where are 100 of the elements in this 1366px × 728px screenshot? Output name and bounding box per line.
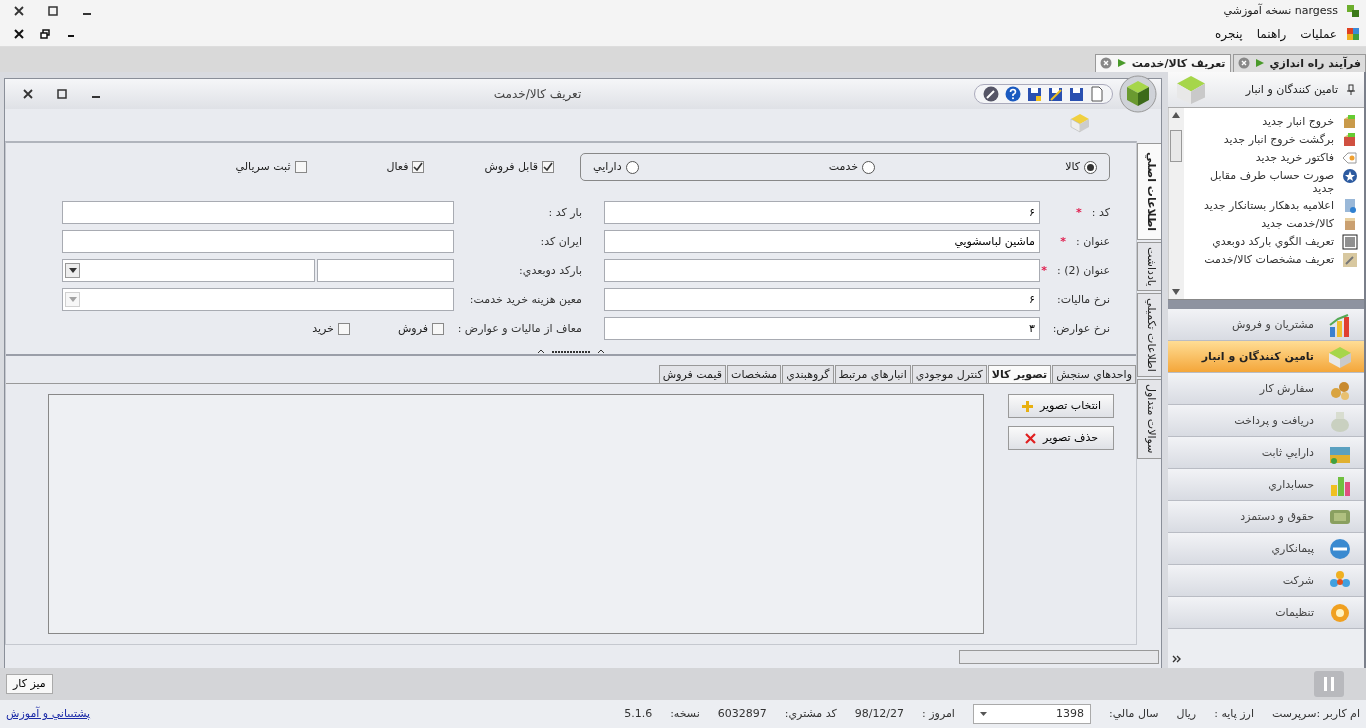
box-icon <box>1342 114 1358 130</box>
sidebar-item[interactable]: تعريف الگوي بارکد دوبعدي <box>1212 234 1334 250</box>
input-field[interactable] <box>62 230 454 253</box>
input-field[interactable] <box>604 259 1040 282</box>
arrow-icon <box>1253 57 1266 70</box>
required-mark: * <box>1060 234 1067 249</box>
sidebar-item[interactable]: کالا/خدمت جديد <box>1261 216 1334 232</box>
module-button[interactable]: شرکت <box>1168 565 1364 597</box>
sidebar-item[interactable]: خروج انبار جديد <box>1262 114 1334 130</box>
sidebar-item[interactable]: فاکتور خريد جديد <box>1255 150 1334 166</box>
tab[interactable]: تصوير کالا <box>987 364 1052 383</box>
scrollbar[interactable] <box>1168 108 1184 299</box>
splitter-grip-icon[interactable] <box>536 348 606 354</box>
checkbox-label: ثبت سريالي <box>235 160 291 174</box>
field-label: ايران کد: <box>540 234 582 249</box>
checkbox[interactable] <box>294 161 307 173</box>
sidebar-item[interactable]: صورت حساب طرف مقابل جديد <box>1189 168 1334 197</box>
chevron-icon[interactable] <box>1172 654 1182 664</box>
status-text: کد مشتري: <box>784 707 837 721</box>
status-text: ام کاربر :سرپرست <box>1271 707 1360 721</box>
checkbox[interactable] <box>542 161 554 173</box>
module-button[interactable]: مشتريان و فروش <box>1168 309 1364 341</box>
sidebar-item[interactable]: تعريف مشخصات کالا/خدمت <box>1204 252 1334 268</box>
dropdown-button[interactable] <box>65 263 80 278</box>
restore-icon[interactable] <box>40 29 50 39</box>
plus-icon <box>1020 399 1034 413</box>
tab[interactable]: قيمت فروش <box>658 364 727 383</box>
field-label: عنوان : <box>1076 234 1110 249</box>
input-field[interactable]: ۶ <box>604 288 1040 311</box>
radio-button[interactable] <box>862 160 875 174</box>
input-field[interactable] <box>62 201 454 224</box>
field-label: معين هزينه خريد خدمت: <box>469 292 582 307</box>
delete-image-button[interactable]: حذف تصوير <box>1008 426 1114 450</box>
module-button[interactable]: دارايي ثابت <box>1168 437 1364 469</box>
cube-icon <box>1176 74 1206 105</box>
input-field[interactable]: ماشين لباسشويي <box>604 230 1040 253</box>
support-link[interactable]: پشتيباني و آموزش <box>6 707 91 721</box>
save-icon[interactable] <box>1069 86 1084 102</box>
dropdown-field[interactable] <box>62 259 315 282</box>
document-tab[interactable]: فرآيند راه اندازي <box>1232 53 1366 72</box>
new-document-icon[interactable] <box>1090 86 1104 102</box>
radio-button[interactable] <box>625 160 639 174</box>
radio-button[interactable] <box>1084 160 1097 174</box>
input-field[interactable] <box>317 259 454 282</box>
menu-item[interactable]: عمليات <box>1295 24 1342 44</box>
checkbox[interactable] <box>337 322 350 335</box>
side-tab[interactable]: سوالات متداول <box>1137 379 1161 459</box>
close-icon[interactable] <box>14 29 24 39</box>
side-tab[interactable]: اطلاعات اصلي <box>1137 143 1161 241</box>
close-icon[interactable] <box>14 6 24 16</box>
checkbox[interactable] <box>432 322 444 335</box>
tab[interactable]: انبارهاي مرتبط <box>834 364 911 383</box>
tab[interactable]: واحدهاي سنجش <box>1052 364 1136 383</box>
radio-label: دارايي <box>593 160 622 174</box>
module-button[interactable]: تنظيمات <box>1168 597 1364 629</box>
input-field[interactable]: ۶ <box>604 201 1040 224</box>
checkbox[interactable] <box>412 161 425 173</box>
sidebar-item[interactable]: اعلاميه بدهکار بستانکار جديد <box>1204 198 1334 214</box>
module-button[interactable]: دريافت و پرداخت <box>1168 405 1364 437</box>
barcode-icon <box>1342 234 1358 251</box>
module-button[interactable]: حسابداري <box>1168 469 1364 501</box>
status-text: ريال <box>1176 707 1197 721</box>
add-image-button[interactable]: انتخاب تصوير <box>1008 394 1114 418</box>
desktop-button[interactable]: ميز کار <box>6 674 53 694</box>
sidebar-item[interactable]: برگشت خروج انبار جديد <box>1223 132 1334 148</box>
document-tab[interactable]: تعريف کالا/خدمت <box>1094 53 1231 72</box>
menu-item[interactable]: پنجره <box>1210 24 1248 44</box>
cube-icon <box>1328 344 1352 369</box>
scroll-up-icon[interactable] <box>1172 112 1181 118</box>
side-tab[interactable]: اطلاعات تکميلي <box>1137 293 1161 378</box>
scrollbar[interactable] <box>959 650 1159 664</box>
field-label: بارکد دوبعدي: <box>519 263 582 278</box>
save-icon[interactable] <box>1027 86 1042 102</box>
status-text: امروز : <box>922 707 955 721</box>
star-icon <box>1342 168 1358 184</box>
close-icon[interactable] <box>23 89 33 99</box>
tab[interactable]: کنترل موجودي <box>911 364 987 383</box>
maximize-icon[interactable] <box>48 6 58 16</box>
scroll-down-icon[interactable] <box>1172 289 1181 295</box>
required-mark: * <box>1076 205 1082 220</box>
module-button[interactable]: پيمانکاري <box>1168 533 1364 565</box>
input-field[interactable]: ۳ <box>604 317 1040 340</box>
logo-icon <box>1119 75 1157 113</box>
radio-label: خدمت <box>828 160 858 174</box>
help-icon[interactable] <box>1005 86 1021 102</box>
module-button[interactable]: سفارش کار <box>1168 373 1364 405</box>
menu-item[interactable]: راهنما <box>1251 24 1292 44</box>
module-button[interactable]: حقوق و دستمزد <box>1168 501 1364 533</box>
tab[interactable]: گروهبندي <box>782 364 834 383</box>
scroll-thumb[interactable] <box>1170 130 1183 162</box>
year-dropdown[interactable]: 1398 <box>972 704 1091 724</box>
required-mark: * <box>1041 263 1047 278</box>
save-icon[interactable] <box>1048 86 1063 102</box>
side-tab[interactable]: يادداشت <box>1137 242 1161 292</box>
module-button[interactable]: تامين کنندگان و انبار <box>1168 341 1364 373</box>
maximize-icon[interactable] <box>57 89 67 99</box>
sidebar-title: تامين کنندگان و انبار <box>1244 82 1338 97</box>
pin-icon[interactable] <box>1346 83 1356 96</box>
tab[interactable]: مشخصات <box>727 364 782 383</box>
field-label: معاف از ماليات و عوارض : <box>457 321 582 336</box>
